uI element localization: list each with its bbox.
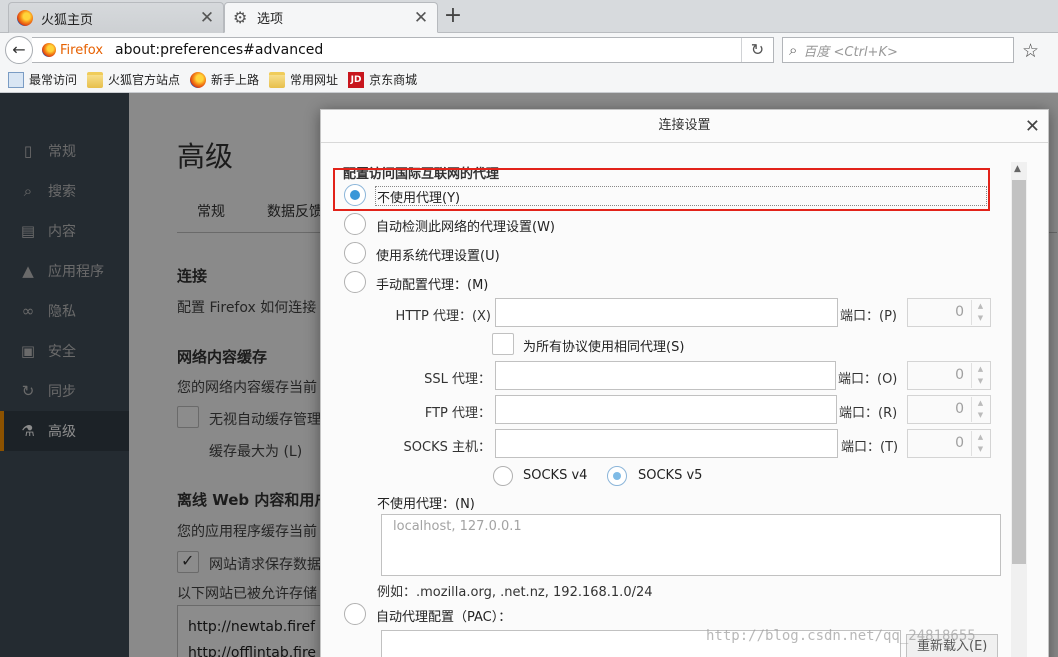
bookmark-star-icon[interactable]: ☆ (1022, 40, 1039, 62)
bookmark-label: 京东商城 (369, 73, 418, 87)
socks-port-label: 端口：(T) (841, 440, 899, 455)
folder-icon (269, 71, 286, 88)
search-bar[interactable]: ⌕ 百度 <Ctrl+K> (782, 37, 1014, 63)
bookmark-most-visited[interactable]: 最常访问 (8, 71, 77, 88)
scrollbar-thumb[interactable] (1012, 180, 1026, 564)
close-icon[interactable]: ✕ (1025, 116, 1040, 137)
share-proxy-label[interactable]: 为所有协议使用相同代理(S) (523, 336, 684, 355)
spin-up-icon[interactable]: ▲ (972, 363, 989, 375)
site-identity[interactable]: Firefox (32, 38, 109, 62)
navigation-toolbar: Firefox about:preferences#advanced ↻ ← ⌕… (0, 33, 1058, 67)
socks-host-input[interactable] (495, 429, 838, 458)
spin-down-icon[interactable]: ▼ (972, 409, 989, 421)
port-spinner[interactable]: ▲ ▼ (971, 363, 989, 388)
socks-v5-label[interactable]: SOCKS v5 (638, 468, 702, 483)
auto-detect-radio[interactable] (344, 213, 366, 235)
bookmark-firefox-site[interactable]: 火狐官方站点 (87, 71, 180, 88)
http-proxy-label: HTTP 代理：(X) (395, 309, 491, 324)
ssl-proxy-label: SSL 代理： (424, 372, 491, 387)
tab-label: 选项 (257, 12, 284, 27)
no-proxy-example: 例如：.mozilla.org, .net.nz, 192.168.1.0/24 (377, 585, 653, 600)
gear-icon: ⚙ (233, 7, 248, 27)
ftp-proxy-input[interactable] (495, 395, 837, 424)
most-visited-icon (8, 71, 24, 88)
firefox-logo-icon (190, 71, 207, 88)
port-value: 0 (955, 435, 964, 451)
spin-up-icon[interactable]: ▲ (972, 300, 989, 312)
spin-down-icon[interactable]: ▼ (972, 312, 989, 324)
http-proxy-input[interactable] (495, 298, 838, 327)
manual-proxy-radio[interactable] (344, 271, 366, 293)
new-tab-button[interactable]: + (442, 4, 464, 30)
folder-icon (87, 71, 104, 88)
manual-proxy-label[interactable]: 手动配置代理：(M) (376, 274, 488, 293)
ssl-port-label: 端口：(O) (838, 372, 898, 387)
spin-up-icon[interactable]: ▲ (972, 397, 989, 409)
bookmark-common-sites[interactable]: 常用网址 (269, 71, 338, 88)
dialog-title: 连接设置 (321, 110, 1048, 143)
port-value: 0 (955, 367, 964, 383)
spin-up-icon[interactable]: ▲ (972, 431, 989, 443)
spin-down-icon[interactable]: ▼ (972, 443, 989, 455)
http-port-input[interactable]: 0 ▲ ▼ (907, 298, 991, 327)
url-text[interactable]: about:preferences#advanced (109, 42, 741, 58)
no-proxy-for-label: 不使用代理：(N) (377, 497, 475, 512)
reload-icon[interactable]: ↻ (741, 38, 773, 62)
bookmark-label: 最常访问 (29, 73, 78, 87)
socks-port-input[interactable]: 0 ▲ ▼ (907, 429, 991, 458)
ssl-port-input[interactable]: 0 ▲ ▼ (907, 361, 991, 390)
identity-label: Firefox (60, 42, 104, 58)
socks-v4-label[interactable]: SOCKS v4 (523, 468, 587, 483)
back-arrow-icon: ← (12, 40, 26, 59)
watermark: http://blog.csdn.net/qq_24818655 (706, 628, 976, 644)
ftp-port-input[interactable]: 0 ▲ ▼ (907, 395, 991, 424)
ftp-proxy-label: FTP 代理： (424, 406, 491, 421)
port-value: 0 (955, 401, 964, 417)
port-spinner[interactable]: ▲ ▼ (971, 431, 989, 456)
scroll-up-icon[interactable]: ▲ (1014, 164, 1021, 174)
tab-options[interactable]: ⚙ 选项 ✕ (224, 2, 438, 33)
tab-firefox-home[interactable]: 火狐主页 ✕ (8, 2, 224, 33)
spin-down-icon[interactable]: ▼ (972, 375, 989, 387)
port-spinner[interactable]: ▲ ▼ (971, 300, 989, 325)
system-proxy-radio[interactable] (344, 242, 366, 264)
share-proxy-checkbox[interactable] (492, 333, 514, 355)
search-icon: ⌕ (789, 41, 798, 59)
auto-detect-label[interactable]: 自动检测此网络的代理设置(W) (376, 216, 555, 235)
bookmark-getting-started[interactable]: 新手上路 (190, 71, 259, 88)
tab-label: 火狐主页 (41, 12, 94, 28)
socks-v5-radio[interactable] (607, 466, 627, 486)
close-tab-icon[interactable]: ✕ (413, 8, 429, 28)
dialog-scrollbar[interactable]: ▲ (1011, 162, 1027, 657)
tab-strip: 火狐主页 ✕ ⚙ 选项 ✕ + (0, 0, 1058, 33)
firefox-logo-icon (42, 43, 56, 57)
port-value: 0 (955, 304, 964, 320)
close-tab-icon[interactable]: ✕ (199, 8, 215, 28)
bookmark-label: 新手上路 (211, 73, 260, 87)
no-proxy-for-input[interactable]: localhost, 127.0.0.1 (381, 514, 1001, 576)
bookmarks-toolbar: 最常访问 火狐官方站点 新手上路 常用网址 JD 京东商城 (0, 67, 1058, 93)
system-proxy-label[interactable]: 使用系统代理设置(U) (376, 245, 500, 264)
bookmark-label: 常用网址 (290, 73, 339, 87)
bookmark-label: 火狐官方站点 (108, 73, 181, 87)
socks-v4-radio[interactable] (493, 466, 513, 486)
highlight-box (333, 168, 990, 211)
jd-logo-icon: JD (348, 71, 365, 88)
http-port-label: 端口：(P) (840, 309, 897, 324)
ssl-proxy-input[interactable] (495, 361, 836, 390)
port-spinner[interactable]: ▲ ▼ (971, 397, 989, 422)
firefox-logo-icon (17, 10, 33, 26)
search-placeholder: 百度 <Ctrl+K> (803, 44, 898, 60)
pac-radio[interactable] (344, 603, 366, 625)
pac-label[interactable]: 自动代理配置（PAC）： (376, 606, 511, 625)
socks-host-label: SOCKS 主机： (403, 440, 491, 455)
url-bar[interactable]: Firefox about:preferences#advanced ↻ (32, 37, 774, 63)
back-button[interactable]: ← (5, 36, 33, 64)
bookmark-jd[interactable]: JD 京东商城 (348, 71, 417, 88)
ftp-port-label: 端口：(R) (839, 406, 898, 421)
